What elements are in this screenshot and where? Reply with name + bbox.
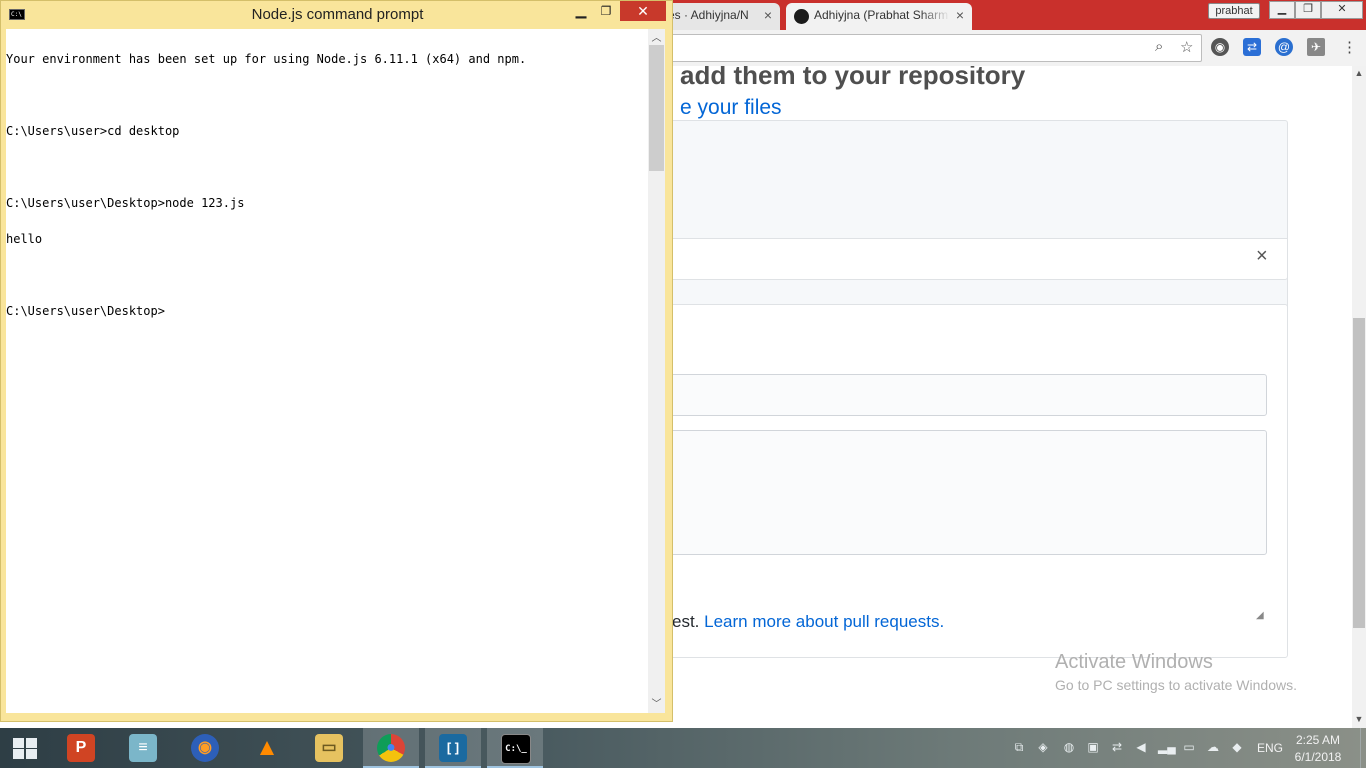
profile-button[interactable]: prabhat <box>1208 3 1260 19</box>
notepad-icon: ≡ <box>129 734 157 762</box>
minimize-button[interactable]: ▁ <box>1269 1 1295 19</box>
chrome-icon: ● <box>377 734 405 762</box>
eye-extension-icon[interactable]: ◉ <box>1211 38 1229 56</box>
menu-icon[interactable]: ⋮ <box>1342 38 1357 56</box>
taskbar-app-firefox[interactable]: ◉ <box>177 728 233 768</box>
file-explorer-icon: ▭ <box>315 734 343 762</box>
resize-handle[interactable]: ◢ <box>1256 610 1264 621</box>
tray-sync-icon[interactable]: ⇄ <box>1110 740 1124 754</box>
firefox-icon: ◉ <box>191 734 219 762</box>
console-output[interactable]: Your environment has been set up for usi… <box>6 29 648 713</box>
console-text: Your environment has been set up for usi… <box>6 29 526 341</box>
show-desktop-button[interactable] <box>1360 728 1366 768</box>
clock-date[interactable]: 6/1/2018 <box>1292 750 1344 764</box>
onedrive-icon[interactable]: ☁ <box>1206 740 1220 754</box>
bookmark-star-icon[interactable]: ☆ <box>1180 38 1193 56</box>
pull-requests-link[interactable]: Learn more about pull requests. <box>704 612 944 631</box>
minimize-button[interactable]: ▁ <box>567 3 595 21</box>
taskbar-app-brackets[interactable]: [ ] <box>425 728 481 768</box>
tray-overflow-icon[interactable]: ⧉ <box>1012 740 1026 754</box>
upload-files-link[interactable]: e your files <box>680 96 782 120</box>
tray-device-icon[interactable]: ▣ <box>1086 740 1100 754</box>
console-line: Your environment has been set up for usi… <box>6 52 527 66</box>
activate-windows-title: Activate Windows <box>1055 651 1213 673</box>
wifi-signal-icon[interactable]: ▂▄ <box>1158 740 1176 754</box>
close-icon[interactable]: × <box>764 3 772 28</box>
windows-logo-icon <box>13 738 37 759</box>
tray-app-icon[interactable]: ◍ <box>1062 740 1076 754</box>
pull-request-note-text: est. <box>672 612 700 631</box>
section-heading: add them to your repository <box>680 66 1026 90</box>
console-line: hello <box>6 232 43 246</box>
address-bar[interactable] <box>664 34 1202 62</box>
activate-windows-subtitle: Go to PC settings to activate Windows. <box>1055 677 1297 693</box>
taskbar-app-chrome[interactable]: ● <box>363 728 419 768</box>
tray-stack-icon[interactable]: ◆ <box>1230 740 1244 754</box>
console-scrollbar-thumb[interactable] <box>649 45 664 171</box>
console-prompt-line: C:\Users\user\Desktop> <box>6 304 165 318</box>
nodejs-command-prompt-window[interactable]: C:\ Node.js command prompt ▁ ❐ ✕ Your en… <box>0 0 673 722</box>
zoom-icon[interactable]: ⌕ <box>1155 38 1163 55</box>
start-button[interactable] <box>0 728 48 768</box>
scroll-up-icon[interactable]: ▲ <box>1352 66 1366 80</box>
close-icon[interactable]: × <box>956 3 964 28</box>
display-icon[interactable]: ▭ <box>1182 740 1196 754</box>
taskbar-app-vlc[interactable]: ▲ <box>239 728 295 768</box>
console-line: C:\Users\user\Desktop>node 123.js <box>6 196 245 210</box>
vlc-icon: ▲ <box>255 734 279 761</box>
language-indicator[interactable]: ENG <box>1257 741 1283 755</box>
tray-network-app-icon[interactable]: ◈ <box>1036 740 1050 754</box>
scroll-down-icon[interactable]: ﹀ <box>648 697 665 713</box>
taskbar-app-notepad[interactable]: ≡ <box>115 728 171 768</box>
close-button[interactable]: ✕ <box>1321 1 1363 19</box>
scroll-down-icon[interactable]: ▼ <box>1352 712 1366 726</box>
brackets-icon: [ ] <box>439 734 467 762</box>
taskbar-app-cmd[interactable]: C:\_ <box>487 728 543 768</box>
cmd-icon: C:\_ <box>501 734 531 764</box>
commit-description-textarea[interactable] <box>600 430 1267 555</box>
share-extension-icon[interactable]: ⇄ <box>1243 38 1261 56</box>
page-scrollbar-thumb[interactable] <box>1353 318 1365 628</box>
dismiss-button[interactable]: × <box>1256 245 1268 268</box>
taskbar: P ≡ ◉ ▲ ▭ ● [ ] C:\_ ⧉ ◈ ◍ ▣ ⇄ ◀ ▂▄ ▭ ☁ … <box>0 728 1366 768</box>
tab-repository[interactable]: es · Adhiyjna/N × <box>660 3 780 30</box>
tab-label: es · Adhiyjna/N <box>668 8 749 22</box>
taskbar-app-file-explorer[interactable]: ▭ <box>301 728 357 768</box>
powerpoint-icon: P <box>67 734 95 762</box>
airplane-extension-icon[interactable]: ✈ <box>1307 38 1325 56</box>
at-extension-icon[interactable]: @ <box>1275 38 1293 56</box>
console-line: C:\Users\user>cd desktop <box>6 124 180 138</box>
volume-icon[interactable]: ◀ <box>1134 740 1148 754</box>
maximize-button[interactable]: ❐ <box>593 3 619 21</box>
github-icon <box>794 9 809 24</box>
close-button[interactable]: ✕ <box>620 1 666 21</box>
clock-time[interactable]: 2:25 AM <box>1292 733 1344 747</box>
tab-github-profile[interactable]: Adhiyjna (Prabhat Sharm × <box>786 3 972 30</box>
commit-title-input[interactable] <box>600 374 1267 416</box>
taskbar-app-powerpoint[interactable]: P <box>53 728 109 768</box>
pull-request-note: est. Learn more about pull requests. <box>672 612 944 632</box>
title-bar[interactable]: C:\ Node.js command prompt ▁ ❐ ✕ <box>1 1 674 29</box>
restore-button[interactable]: ❐ <box>1295 1 1321 19</box>
